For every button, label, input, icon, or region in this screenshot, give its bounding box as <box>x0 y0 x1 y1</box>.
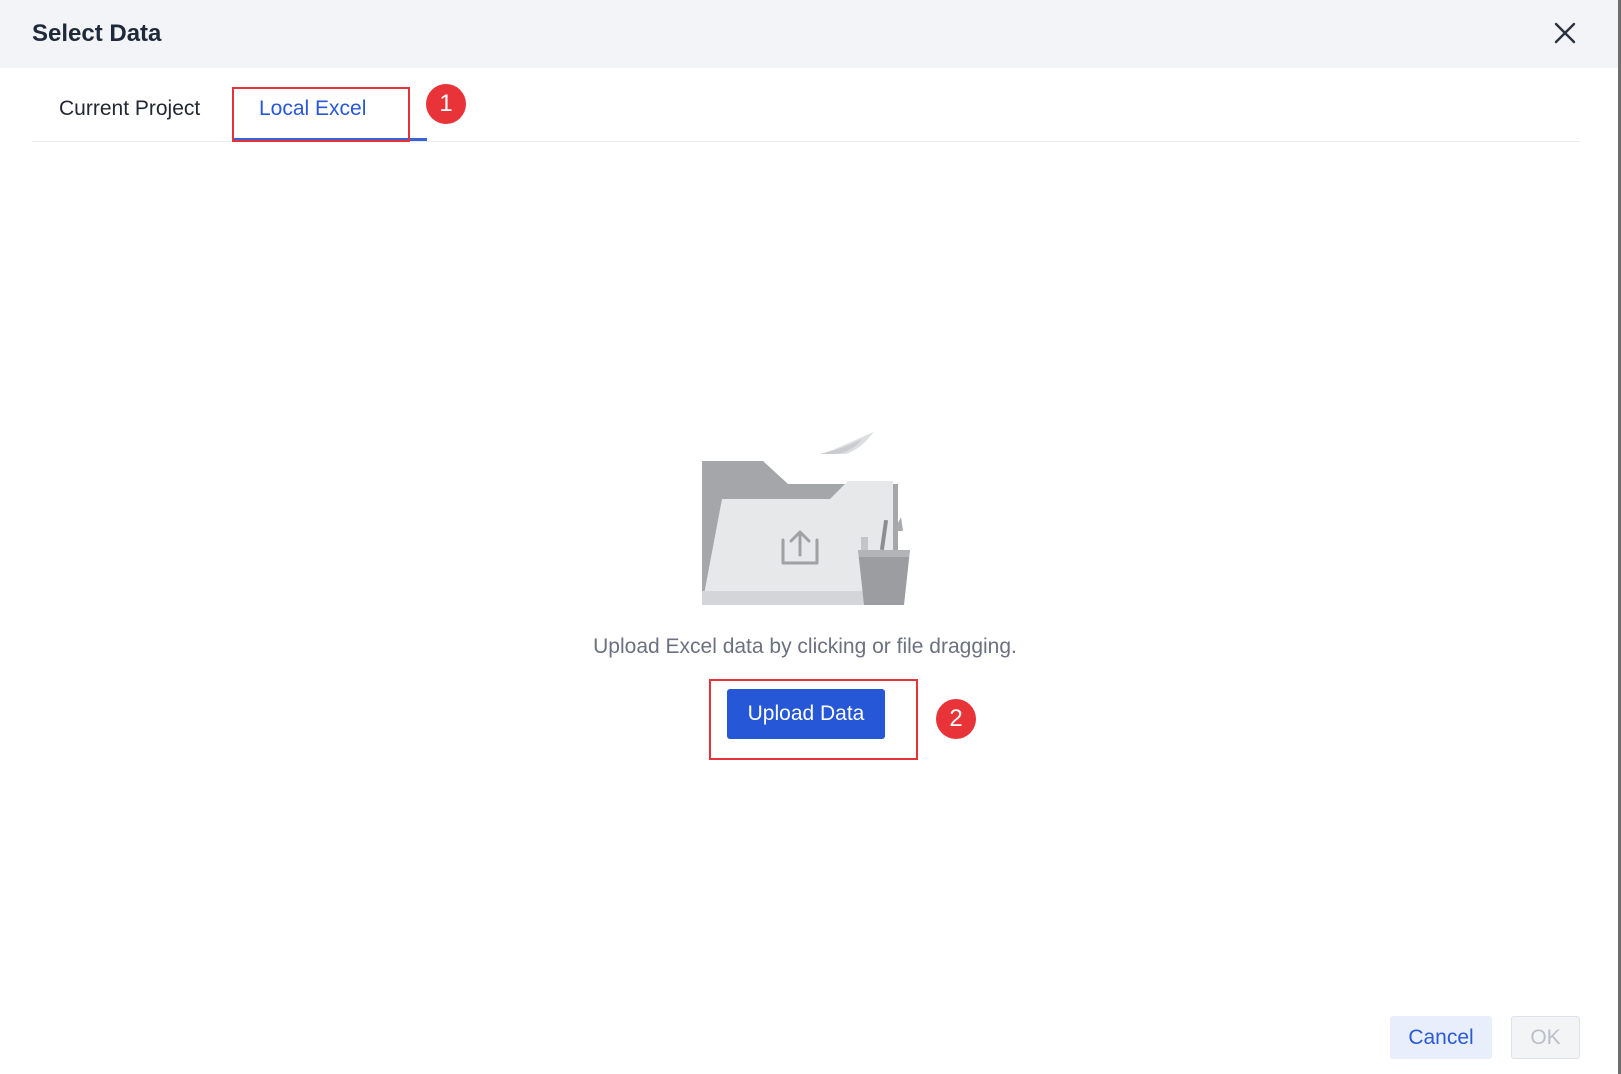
cancel-button[interactable]: Cancel <box>1390 1016 1492 1059</box>
close-icon <box>1554 22 1576 44</box>
dialog-header: Select Data <box>0 0 1621 68</box>
annotation-badge-1: 1 <box>426 84 466 124</box>
dialog-title: Select Data <box>32 20 162 47</box>
annotation-box-2 <box>709 679 918 760</box>
folder-upload-illustration <box>698 427 914 607</box>
tab-current-project[interactable]: Current Project <box>59 96 200 122</box>
select-data-dialog: Select Data Current Project Local Excel … <box>0 0 1621 1074</box>
annotation-badge-2: 2 <box>936 699 976 739</box>
annotation-box-1 <box>232 87 410 142</box>
upload-hint-text: Upload Excel data by clicking or file dr… <box>593 635 1017 658</box>
ok-button[interactable]: OK <box>1511 1016 1580 1059</box>
close-button[interactable] <box>1550 18 1580 48</box>
